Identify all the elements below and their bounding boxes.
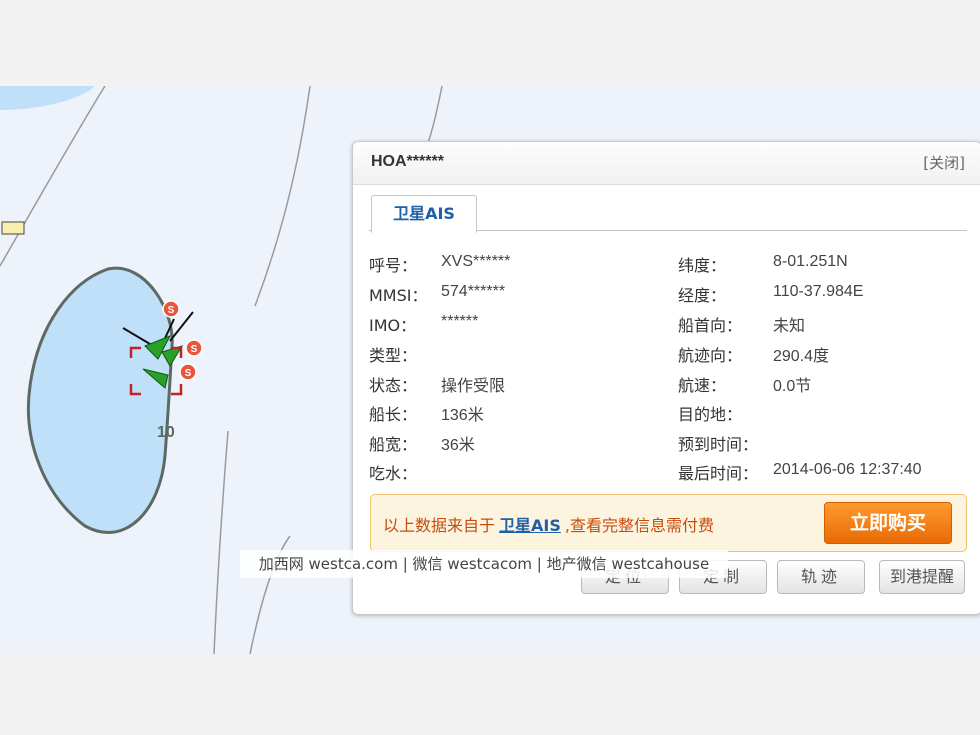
heading-value: 未知 <box>773 318 806 335</box>
ship-badge-letter: S <box>191 344 198 355</box>
last-time-value: 2014-06-06 12:37:40 <box>773 461 922 478</box>
beam-value: 36米 <box>441 437 475 454</box>
satellite-ais-link[interactable]: 卫星AIS <box>499 516 561 535</box>
latitude-label: 纬度： <box>678 256 727 275</box>
speed-value: 0.0节 <box>773 378 812 395</box>
shoal-area <box>26 266 174 534</box>
tab-satellite-ais[interactable]: 卫星AIS <box>371 195 477 233</box>
watermark-text: 加西网 westca.com | 微信 westcacom | 地产微信 wes… <box>240 550 728 578</box>
course-label: 航迹向： <box>678 346 743 365</box>
course-value: 290.4度 <box>773 348 830 365</box>
close-button[interactable]: [关闭] <box>923 152 965 173</box>
last-time-label: 最后时间： <box>678 464 759 483</box>
heading-label: 船首向： <box>678 316 743 335</box>
speed-label: 航速： <box>678 376 727 395</box>
vessel-info-popup: HOA****** [关闭] 卫星AIS 呼号： XVS****** MMSI：… <box>352 141 980 615</box>
type-label: 类型： <box>369 346 418 365</box>
depth-contour-4 <box>213 430 229 654</box>
beam-label: 船宽： <box>369 435 418 454</box>
destination-label: 目的地： <box>678 405 743 424</box>
longitude-value: 110-37.984E <box>773 283 864 300</box>
mmsi-label: MMSI： <box>369 286 428 305</box>
paid-info-notice: 以上数据来自于 卫星AIS ,查看完整信息需付费 立即购买 <box>370 494 967 552</box>
depth-contour-1 <box>0 86 106 267</box>
longitude-label: 经度： <box>678 286 727 305</box>
buy-now-button[interactable]: 立即购买 <box>824 502 952 544</box>
call-sign-label: 呼号： <box>369 256 418 275</box>
depth-contour-2 <box>254 86 311 307</box>
call-sign-value: XVS****** <box>441 253 511 270</box>
length-value: 136米 <box>441 407 484 424</box>
length-label: 船长： <box>369 405 418 424</box>
status-value: 操作受限 <box>441 378 506 395</box>
latitude-value: 8-01.251N <box>773 253 848 270</box>
depth-label: 10 <box>157 424 175 441</box>
vessel-name: HOA****** <box>371 153 444 170</box>
ship-badge-letter: S <box>168 305 175 316</box>
buoy-marker[interactable] <box>1 221 25 235</box>
popup-header: HOA****** [关闭] <box>353 142 980 185</box>
imo-label: IMO： <box>369 316 417 335</box>
notice-text: 以上数据来自于 卫星AIS ,查看完整信息需付费 <box>383 512 714 536</box>
mmsi-value: 574****** <box>441 283 506 300</box>
eta-label: 预到时间： <box>678 435 759 454</box>
arrival-alert-button[interactable]: 到港提醒 <box>879 560 965 594</box>
draft-label: 吃水： <box>369 464 418 483</box>
water-top-left <box>0 86 95 110</box>
imo-value: ****** <box>441 313 479 330</box>
ship-badge-letter: S <box>185 368 192 379</box>
track-button[interactable]: 轨迹 <box>777 560 865 594</box>
notice-suffix: ,查看完整信息需付费 <box>564 516 714 535</box>
notice-prefix: 以上数据来自于 <box>383 516 496 535</box>
status-label: 状态： <box>369 376 418 395</box>
